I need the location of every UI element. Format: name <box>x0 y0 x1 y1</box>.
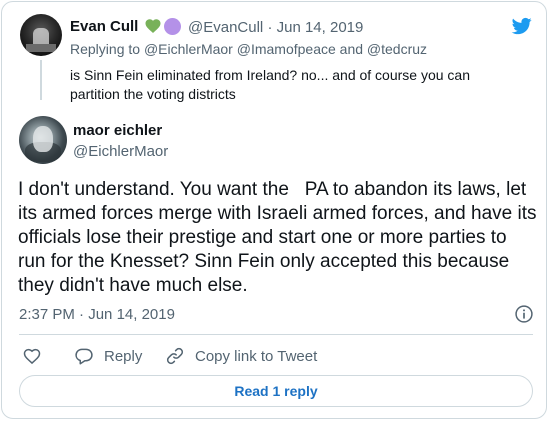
purple-circle-icon <box>164 18 181 35</box>
like-button[interactable] <box>22 346 42 366</box>
green-heart-icon <box>145 19 161 33</box>
tweet-date[interactable]: Jun 14, 2019 <box>88 306 175 323</box>
conjunction-text: and <box>339 41 364 57</box>
main-tweet-text: I don't understand. You want the PA to a… <box>18 179 542 296</box>
twitter-bird-icon[interactable] <box>510 16 534 36</box>
link-icon <box>166 347 184 365</box>
parent-author-name[interactable]: Evan Cull <box>70 18 138 35</box>
parent-avatar[interactable] <box>20 14 62 56</box>
main-author-name[interactable]: maor eichler <box>73 122 162 139</box>
reply-label: Reply <box>104 347 143 365</box>
replying-prefix: Replying to <box>70 41 141 57</box>
read-replies-button[interactable]: Read 1 reply <box>19 375 533 407</box>
parent-handle-date[interactable]: @EvanCull · Jun 14, 2019 <box>188 19 363 36</box>
tweet-time[interactable]: 2:37 PM <box>19 306 75 323</box>
parent-date[interactable]: Jun 14, 2019 <box>277 19 364 36</box>
mention-link[interactable]: @EichlerMaor <box>144 41 233 57</box>
copy-link-button[interactable]: Copy link to Tweet <box>165 346 317 366</box>
copy-link-label: Copy link to Tweet <box>195 347 318 365</box>
info-icon[interactable] <box>514 304 534 324</box>
thread-connector-line <box>40 60 42 100</box>
separator-dot: · <box>79 306 85 323</box>
reply-button[interactable]: Reply <box>74 346 142 366</box>
parent-author-handle[interactable]: @EvanCull <box>188 19 263 36</box>
tweet-card: Evan Cull @EvanCull · Jun 14, 2019 Reply… <box>1 1 547 419</box>
mention-link[interactable]: @Imamofpeace <box>237 41 336 57</box>
replying-to-line: Replying to @EichlerMaor @Imamofpeace an… <box>70 41 427 57</box>
parent-tweet-text: is Sinn Fein eliminated from Ireland? no… <box>70 67 470 102</box>
divider <box>19 334 533 335</box>
separator-dot: · <box>267 19 273 36</box>
heart-icon <box>23 348 41 365</box>
reply-bubble-icon <box>75 348 93 365</box>
main-author-handle[interactable]: @EichlerMaor <box>73 143 168 160</box>
mention-link[interactable]: @tedcruz <box>367 41 427 57</box>
tweet-timestamp[interactable]: 2:37 PM · Jun 14, 2019 <box>19 306 175 323</box>
main-avatar[interactable] <box>19 116 67 164</box>
